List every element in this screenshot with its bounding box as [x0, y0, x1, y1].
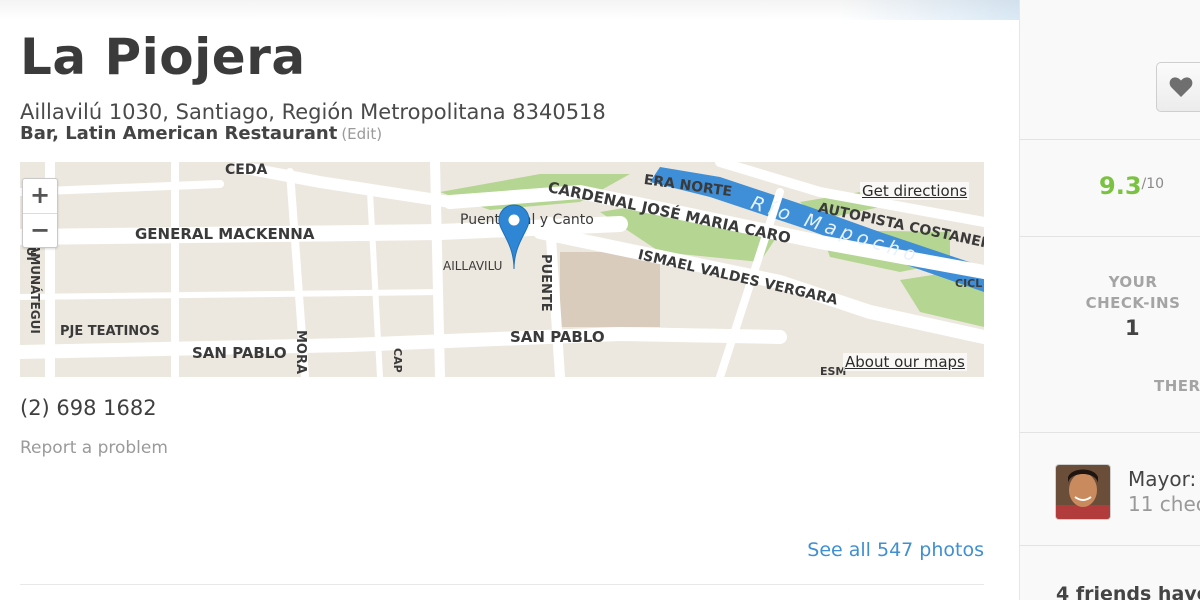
road-upper [234, 162, 456, 208]
section-divider [20, 584, 984, 585]
get-directions-link[interactable]: Get directions [860, 182, 970, 200]
there-now-label: THER [1154, 377, 1200, 395]
venue-main: La Piojera Aillavilú 1030, Santiago, Reg… [0, 0, 1018, 600]
like-button[interactable] [1156, 62, 1200, 112]
sidebar-divider [1020, 545, 1200, 546]
map-label: CICL [955, 277, 983, 290]
sidebar-divider [1020, 236, 1200, 237]
checkins-label-line: YOUR [1108, 273, 1158, 291]
checkins-label-line: CHECK-INS [1085, 294, 1181, 312]
venue-address: Aillavilú 1030, Santiago, Región Metropo… [20, 100, 606, 124]
sidebar-divider [1020, 432, 1200, 433]
venue-phone[interactable]: (2) 698 1682 [20, 396, 157, 420]
edit-categories-link[interactable]: (Edit) [341, 125, 382, 143]
venue-rating: 9.3/10 [1099, 172, 1164, 200]
zoom-out-button[interactable]: − [23, 213, 57, 248]
venue-sidebar: 9.3/10 YOUR CHECK-INS 1 THER Mayor: 11 c… [1019, 0, 1200, 600]
map-label: AMUNÁTEGUI [28, 244, 42, 334]
zoom-in-button[interactable]: + [23, 179, 57, 213]
map-label: CAP [391, 348, 404, 373]
map-label: MORA [293, 330, 308, 375]
category-list: Bar, Latin American Restaurant [20, 123, 338, 144]
rating-outof: /10 [1141, 176, 1165, 192]
map-label: GENERAL MACKENNA [135, 225, 315, 243]
venue-categories: Bar, Latin American Restaurant (Edit) [20, 123, 382, 144]
checkins-count: 1 [1125, 316, 1140, 340]
about-maps-link[interactable]: About our maps [843, 353, 967, 371]
avatar[interactable] [1055, 464, 1111, 520]
heart-icon [1169, 77, 1193, 97]
map-label: SAN PABLO [192, 344, 287, 362]
report-problem-link[interactable]: Report a problem [20, 438, 168, 458]
mayor-checkins: 11 chec [1128, 492, 1200, 516]
map-label: PUENTE [538, 254, 553, 312]
venue-title: La Piojera [20, 28, 306, 86]
map-pin-icon[interactable] [497, 203, 531, 273]
checkins-label: YOUR CHECK-INS [1078, 272, 1188, 314]
map-label: CEDA [225, 162, 268, 178]
map-label: PJE TEATINOS [60, 324, 160, 339]
road-secondary [430, 162, 445, 377]
map-label: SAN PABLO [510, 328, 605, 346]
friends-been-here[interactable]: 4 friends have [1056, 583, 1200, 600]
mayor-avatar-image [1056, 465, 1110, 519]
sidebar-divider [1020, 139, 1200, 140]
map-label: AILLAVILU [443, 259, 503, 273]
see-all-photos-link[interactable]: See all 547 photos [807, 539, 984, 561]
rating-score: 9.3 [1099, 172, 1142, 200]
mayor-label: Mayor: [1128, 467, 1197, 491]
map-zoom-control: + − [22, 178, 58, 248]
